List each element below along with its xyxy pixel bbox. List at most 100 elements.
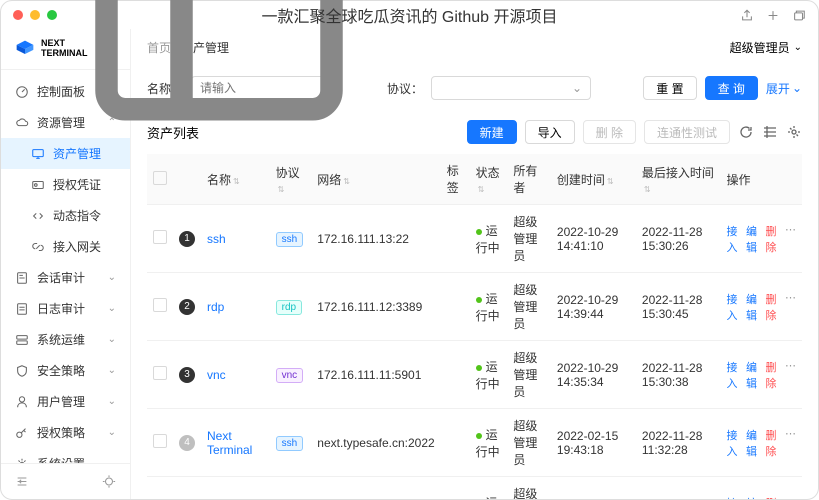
create-button[interactable]: 新建 xyxy=(467,120,517,144)
cell-status: 运行中 xyxy=(470,409,508,477)
share-icon[interactable] xyxy=(740,6,754,25)
user-icon xyxy=(15,395,29,409)
asset-name-link[interactable]: Next Terminal xyxy=(207,429,252,457)
access-link[interactable]: 接入 xyxy=(727,427,742,459)
edit-link[interactable]: 编辑 xyxy=(746,495,761,500)
edit-link[interactable]: 编辑 xyxy=(746,359,761,391)
minimize-dot[interactable] xyxy=(30,10,40,20)
audit-icon xyxy=(15,271,29,285)
edit-link[interactable]: 编辑 xyxy=(746,223,761,255)
menu-security[interactable]: 安全策略⌄ xyxy=(1,355,130,386)
menu-command[interactable]: 动态指令 xyxy=(1,200,130,231)
edit-link[interactable]: 编辑 xyxy=(746,427,761,459)
access-link[interactable]: 接入 xyxy=(727,359,742,391)
edit-link[interactable]: 编辑 xyxy=(746,291,761,323)
access-link[interactable]: 接入 xyxy=(727,223,742,255)
chevron-down-icon: ⌄ xyxy=(108,303,116,314)
table-row: 2 rdp rdp 172.16.111.12:3389 运行中 超级管理员 2… xyxy=(147,273,802,341)
col-status: 状态⇅ xyxy=(470,154,508,205)
cell-created: 2022-10-29 14:35:34 xyxy=(551,341,636,409)
maximize-dot[interactable] xyxy=(47,10,57,20)
asset-name-link[interactable]: rdp xyxy=(207,300,224,314)
cloud-icon xyxy=(15,116,29,130)
menu-ops[interactable]: 系统运维⌄ xyxy=(1,324,130,355)
chevron-down-icon: ⌄ xyxy=(792,81,802,95)
menu-gateway[interactable]: 接入网关 xyxy=(1,231,130,262)
cell-owner: 超级管理员 xyxy=(507,341,551,409)
menu-auth[interactable]: 授权策略⌄ xyxy=(1,417,130,448)
row-badge: 1 xyxy=(179,231,195,247)
more-icon[interactable]: ⋯ xyxy=(785,291,796,323)
shield-icon xyxy=(15,364,29,378)
select-all-checkbox[interactable] xyxy=(153,171,167,185)
reload-icon[interactable] xyxy=(738,124,754,140)
cell-created: 2021-12-30 17:20:46 xyxy=(551,477,636,500)
cell-last: 2022-11-28 15:30:38 xyxy=(636,341,721,409)
access-link[interactable]: 接入 xyxy=(727,291,742,323)
more-icon[interactable]: ⋯ xyxy=(785,359,796,391)
close-dot[interactable] xyxy=(13,10,23,20)
menu-session[interactable]: 会话审计⌄ xyxy=(1,262,130,293)
menu-user[interactable]: 用户管理⌄ xyxy=(1,386,130,417)
row-checkbox[interactable] xyxy=(153,230,167,244)
cell-owner: 超级管理员 xyxy=(507,205,551,273)
cell-last: 2022-11-28 11:32:28 xyxy=(636,409,721,477)
row-checkbox[interactable] xyxy=(153,298,167,312)
row-checkbox[interactable] xyxy=(153,366,167,380)
cell-net: 172.16.111.11:5901 xyxy=(311,341,440,409)
proto-tag: ssh xyxy=(276,232,304,247)
table-row: 4 Next Terminal ssh next.typesafe.cn:202… xyxy=(147,409,802,477)
cell-net: next.typesafe.cn:2022 xyxy=(311,409,440,477)
delete-link[interactable]: 删除 xyxy=(766,427,781,459)
cell-owner: 超级管理员 xyxy=(507,477,551,500)
delete-link[interactable]: 删除 xyxy=(766,495,781,500)
menu-log[interactable]: 日志审计⌄ xyxy=(1,293,130,324)
import-button[interactable]: 导入 xyxy=(525,120,575,144)
menu-credential[interactable]: 授权凭证 xyxy=(1,169,130,200)
user-menu[interactable]: 超级管理员 ⌄ xyxy=(730,39,802,56)
col-last: 最后接入时间⇅ xyxy=(636,154,721,205)
settings-icon[interactable] xyxy=(786,124,802,140)
proto-select[interactable]: ⌄ xyxy=(431,76,591,100)
more-icon[interactable]: ⋯ xyxy=(785,495,796,500)
cell-last: 2022-11-28 15:30:26 xyxy=(636,205,721,273)
theme-icon[interactable] xyxy=(102,472,116,491)
cell-net: 172.16.111.12:3389 xyxy=(311,273,440,341)
query-button[interactable]: 查 询 xyxy=(705,76,758,100)
more-icon[interactable]: ⋯ xyxy=(785,427,796,459)
asset-name-link[interactable]: vnc xyxy=(207,368,226,382)
test-button[interactable]: 连通性测试 xyxy=(644,120,730,144)
code-icon xyxy=(31,209,45,223)
proto-tag: vnc xyxy=(276,368,304,383)
chevron-down-icon: ⌄ xyxy=(794,42,802,53)
col-created: 创建时间⇅ xyxy=(551,154,636,205)
collapse-icon[interactable] xyxy=(15,472,29,491)
proto-tag: rdp xyxy=(276,300,302,315)
chevron-down-icon: ⌄ xyxy=(108,272,116,283)
row-badge: 4 xyxy=(179,435,195,451)
expand-toggle[interactable]: 展开 ⌄ xyxy=(766,80,802,97)
access-link[interactable]: 接入 xyxy=(727,495,742,500)
tabs-icon[interactable] xyxy=(792,6,806,25)
titlebar: ‹ › 一款汇聚全球吃瓜资讯的 Github 开源项目 xyxy=(1,1,818,29)
reset-button[interactable]: 重 置 xyxy=(643,76,696,100)
plus-icon[interactable] xyxy=(766,6,780,25)
key-icon xyxy=(15,426,29,440)
server-icon xyxy=(15,333,29,347)
delete-button[interactable]: 删 除 xyxy=(583,120,636,144)
delete-link[interactable]: 删除 xyxy=(766,359,781,391)
link-icon xyxy=(31,240,45,254)
asset-name-link[interactable]: ssh xyxy=(207,232,226,246)
table-row: 1 ssh ssh 172.16.111.13:22 运行中 超级管理员 202… xyxy=(147,205,802,273)
delete-link[interactable]: 删除 xyxy=(766,223,781,255)
menu-settings[interactable]: 系统设置 xyxy=(1,448,130,463)
row-checkbox[interactable] xyxy=(153,434,167,448)
cell-last: 2022-11-27 21:40:32 xyxy=(636,477,721,500)
density-icon[interactable] xyxy=(762,124,778,140)
chevron-down-icon: ⌄ xyxy=(108,396,116,407)
desktop-icon xyxy=(31,147,45,161)
more-icon[interactable]: ⋯ xyxy=(785,223,796,255)
delete-link[interactable]: 删除 xyxy=(766,291,781,323)
log-icon xyxy=(15,302,29,316)
cell-last: 2022-11-28 15:30:45 xyxy=(636,273,721,341)
